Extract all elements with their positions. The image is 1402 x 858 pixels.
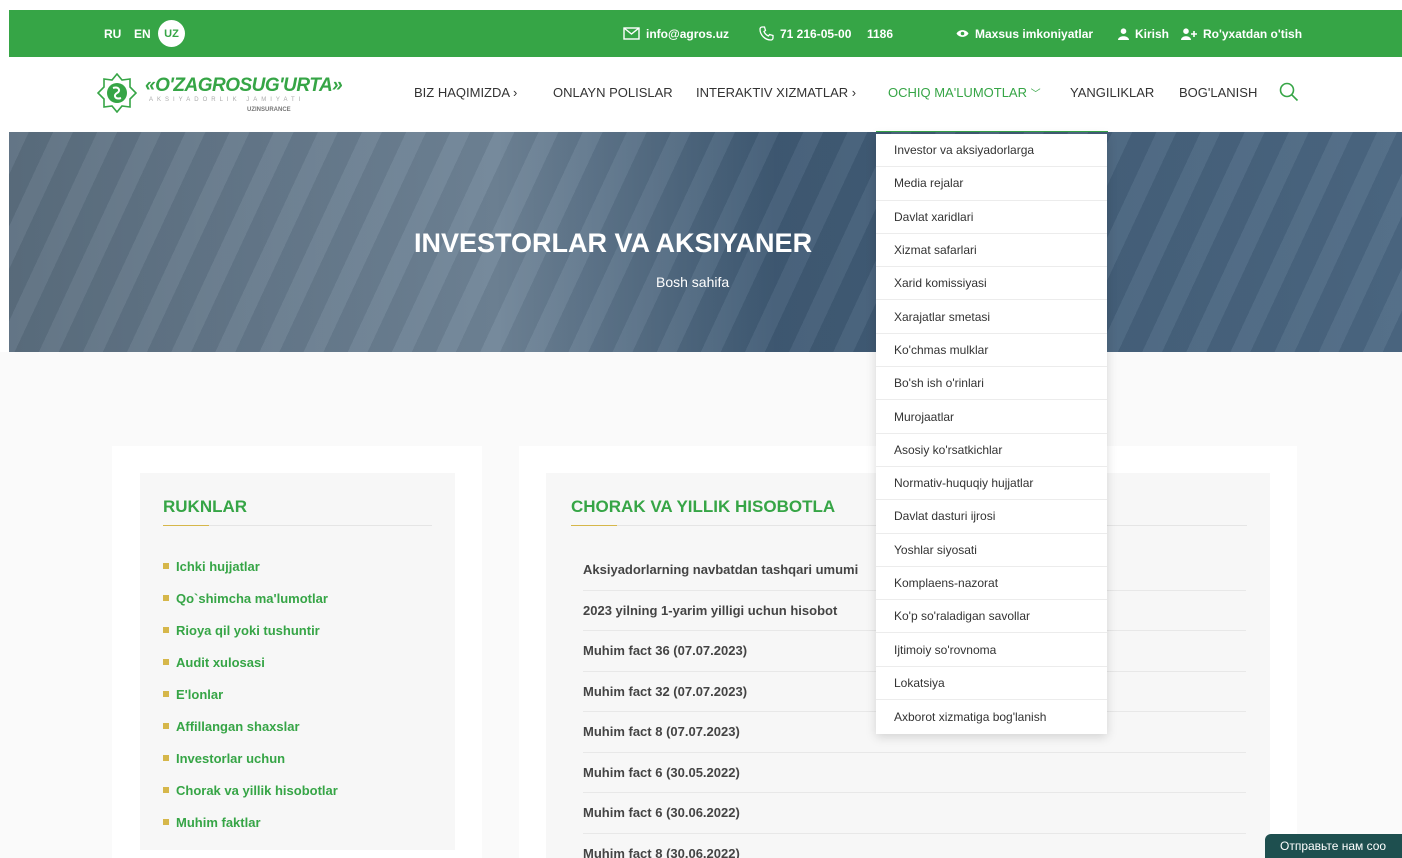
nav-open-data[interactable]: OCHIQ MA'LUMOTLAR ﹀ (888, 85, 1041, 100)
dropdown-item[interactable]: Komplaens-nazorat (876, 567, 1107, 601)
nav-news[interactable]: YANGILIKLAR (1070, 85, 1154, 100)
nav-contact[interactable]: BOG'LANISH (1179, 85, 1257, 100)
company-logo[interactable]: «O'ZAGROSUG'URTA» AKSIYADORLIK JAMIYATI … (97, 69, 343, 119)
search-icon[interactable] (1279, 82, 1299, 102)
title-underline (571, 525, 617, 526)
sidebar-item[interactable]: Affillangan shaxslar (163, 710, 338, 742)
divider (209, 525, 432, 526)
eye-icon (956, 30, 969, 37)
bullet-icon (163, 595, 169, 601)
sidebar-item[interactable]: Rioya qil yoki tushuntir (163, 614, 338, 646)
open-data-dropdown: Investor va aksiyadorlarga Media rejalar… (876, 134, 1107, 734)
dropdown-item[interactable]: Yoshlar siyosati (876, 534, 1107, 567)
report-item[interactable]: Muhim fact 6 (30.06.2022) (583, 793, 1246, 834)
dropdown-item[interactable]: Media rejalar (876, 167, 1107, 201)
dropdown-item[interactable]: Xizmat safarlari (876, 234, 1107, 268)
main-header: «O'ZAGROSUG'URTA» AKSIYADORLIK JAMIYATI … (9, 57, 1402, 133)
sidebar-title: RUKNLAR (163, 497, 248, 516)
dropdown-item[interactable]: Axborot xizmatiga bog'lanish (876, 700, 1107, 733)
bullet-icon (163, 691, 169, 697)
dropdown-item[interactable]: Davlat xaridlari (876, 201, 1107, 234)
dropdown-item[interactable]: Investor va aksiyadorlarga (876, 134, 1107, 168)
report-item[interactable]: Muhim fact 8 (30.06.2022) (583, 834, 1246, 858)
bullet-icon (163, 627, 169, 633)
dropdown-item[interactable]: Murojaatlar (876, 400, 1107, 434)
bullet-icon (163, 659, 169, 665)
section-title: CHORAK VA YILLIK HISOBOTLA (571, 497, 836, 516)
register-link[interactable]: Ro'yxatdan o'tish (1181, 10, 1302, 57)
breadcrumb-home[interactable]: Bosh sahifa (656, 274, 729, 290)
nav-about[interactable]: BIZ HAQIMIZDA › (414, 85, 517, 100)
phone-icon (759, 26, 774, 41)
bullet-icon (163, 755, 169, 761)
dropdown-item[interactable]: Lokatsiya (876, 667, 1107, 701)
phone-link[interactable]: 71 216-05-00 (759, 10, 851, 57)
bullet-icon (163, 787, 169, 793)
hero-banner: INVESTORLAR VA AKSIYANER Bosh sahifa (9, 132, 1402, 352)
dropdown-item[interactable]: Asosiy ko'rsatkichlar (876, 434, 1107, 467)
sidebar-list: Ichki hujjatlar Qo`shimcha ma'lumotlar R… (163, 550, 338, 838)
bullet-icon (163, 563, 169, 569)
dropdown-item[interactable]: Davlat dasturi ijrosi (876, 500, 1107, 534)
user-icon (1118, 27, 1129, 40)
title-underline (163, 525, 209, 526)
sidebar-item[interactable]: Chorak va yillik hisobotlar (163, 774, 338, 806)
lang-en-link[interactable]: EN (134, 10, 161, 57)
logo-emblem-icon (97, 73, 137, 113)
bullet-icon (163, 819, 169, 825)
dropdown-item[interactable]: Xarajatlar smetasi (876, 300, 1107, 334)
sidebar-item[interactable]: Qo`shimcha ma'lumotlar (163, 582, 338, 614)
short-number[interactable]: 1186 (867, 10, 893, 57)
chevron-right-icon: › (512, 85, 518, 100)
sidebar-item[interactable]: Ichki hujjatlar (163, 550, 338, 582)
dropdown-item[interactable]: Ijtimoiy so'rovnoma (876, 633, 1107, 667)
login-link[interactable]: Kirish (1118, 10, 1169, 57)
report-item[interactable]: Muhim fact 6 (30.05.2022) (583, 753, 1246, 793)
chevron-down-icon: ﹀ (1030, 89, 1041, 100)
nav-interactive[interactable]: INTERAKTIV XIZMATLAR › (696, 85, 856, 100)
lang-uz-link[interactable]: UZ (158, 20, 185, 47)
dropdown-item[interactable]: Ko'p so'raladigan savollar (876, 600, 1107, 634)
sidebar-item[interactable]: Muhim faktlar (163, 806, 338, 838)
add-user-icon (1181, 27, 1197, 40)
bullet-icon (163, 723, 169, 729)
mail-icon (623, 27, 640, 40)
dropdown-item[interactable]: Ko'chmas mulklar (876, 334, 1107, 368)
dropdown-item[interactable]: Bo'sh ish o'rinlari (876, 367, 1107, 401)
dropdown-item[interactable]: Normativ-huquqiy hujjatlar (876, 467, 1107, 501)
accessibility-link[interactable]: Maxsus imkoniyatlar (956, 10, 1093, 57)
nav-online-policies[interactable]: ONLAYN POLISLAR (553, 85, 673, 100)
lang-ru-link[interactable]: RU (104, 10, 131, 57)
sidebar-item[interactable]: Audit xulosasi (163, 646, 338, 678)
dropdown-item[interactable]: Xarid komissiyasi (876, 267, 1107, 301)
chevron-right-icon: › (851, 85, 857, 100)
page-title: INVESTORLAR VA AKSIYANER (414, 228, 813, 258)
sidebar-item[interactable]: Investorlar uchun (163, 742, 338, 774)
sidebar-item[interactable]: E'lonlar (163, 678, 338, 710)
chat-widget-button[interactable]: Отправьте нам соо (1265, 834, 1402, 858)
email-link[interactable]: info@agros.uz (623, 10, 729, 57)
top-bar: RU EN UZ info@agros.uz 71 216-05-00 1186… (9, 10, 1402, 57)
